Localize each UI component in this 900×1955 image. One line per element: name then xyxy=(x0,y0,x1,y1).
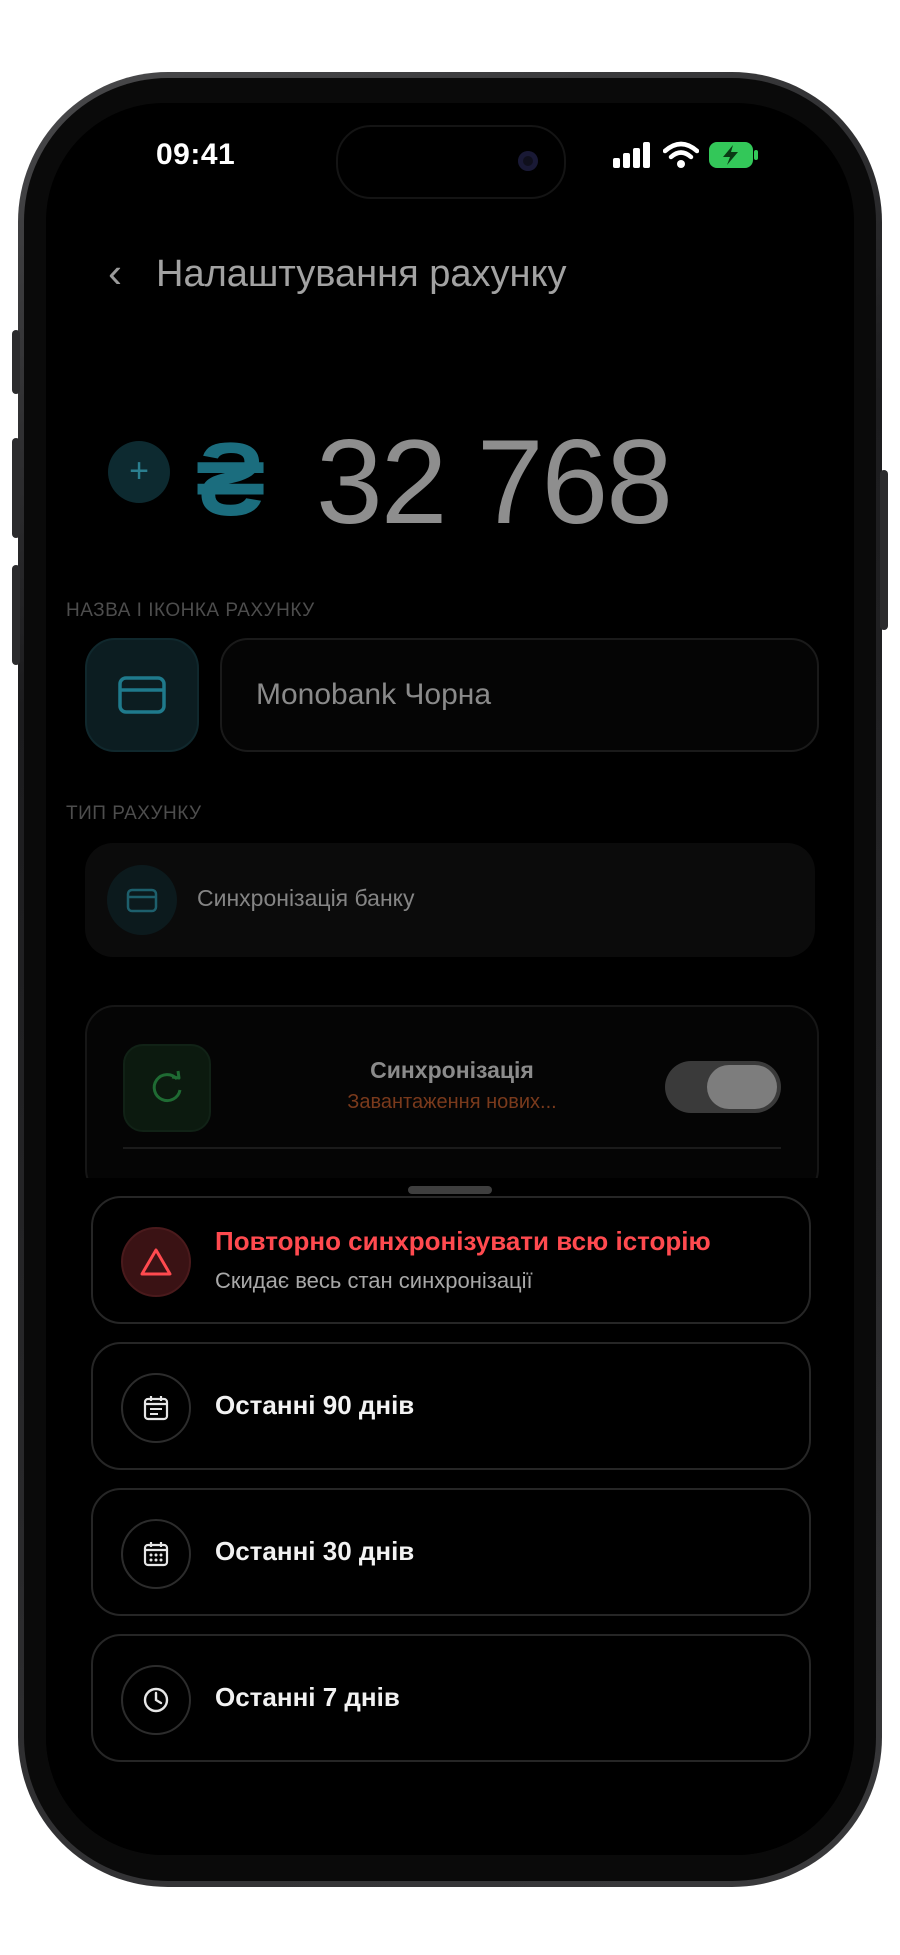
calendar-list-icon xyxy=(121,1373,191,1443)
divider xyxy=(123,1147,781,1149)
option-label: Повторно синхронізувати всю історію xyxy=(215,1226,711,1256)
page-title: Налаштування рахунку xyxy=(156,253,567,295)
card-icon xyxy=(126,888,158,913)
name-section-label: НАЗВА І ІКОНКА РАХУНКУ xyxy=(66,600,315,621)
option-label: Останні 30 днів xyxy=(215,1536,415,1566)
bottom-sheet: Повторно синхронізувати всю історію Скид… xyxy=(46,1178,854,1855)
volume-down-button xyxy=(12,565,20,665)
type-section-label: ТИП РАХУНКУ xyxy=(66,803,202,824)
toggle-knob xyxy=(707,1065,777,1109)
option-label: Останні 7 днів xyxy=(215,1682,400,1712)
card-icon xyxy=(118,676,166,714)
back-chevron-icon[interactable]: ‹ xyxy=(108,252,148,294)
volume-up-button xyxy=(12,438,20,538)
option-label: Останні 90 днів xyxy=(215,1390,415,1420)
calendar-grid-icon xyxy=(121,1519,191,1589)
account-type-value: Синхронізація банку xyxy=(197,885,415,911)
sync-card: Синхронізація Завантаження нових... xyxy=(85,1005,819,1199)
last-30-days-option[interactable]: Останні 30 днів xyxy=(91,1488,811,1616)
type-icon xyxy=(107,865,177,935)
add-amount-button[interactable]: + xyxy=(108,441,170,503)
clock-icon xyxy=(121,1665,191,1735)
account-type-selector[interactable]: Синхронізація банку xyxy=(85,843,815,957)
account-icon-picker[interactable] xyxy=(85,638,199,752)
account-name-field[interactable]: Monobank Чорна xyxy=(220,638,819,752)
currency-symbol: ₴ xyxy=(196,422,266,538)
power-button xyxy=(880,470,888,630)
last-90-days-option[interactable]: Останні 90 днів xyxy=(91,1342,811,1470)
header: ‹ Налаштування рахунку xyxy=(46,243,854,313)
balance-amount: 32 768 xyxy=(316,415,673,549)
action-button xyxy=(12,330,20,394)
option-sublabel: Скидає весь стан синхронізації xyxy=(215,1268,533,1293)
resync-all-history-option[interactable]: Повторно синхронізувати всю історію Скид… xyxy=(91,1196,811,1324)
sheet-grabber[interactable] xyxy=(408,1186,492,1194)
warning-triangle-icon xyxy=(121,1227,191,1297)
sync-toggle[interactable] xyxy=(665,1061,781,1113)
last-7-days-option[interactable]: Останні 7 днів xyxy=(91,1634,811,1762)
account-name-value: Monobank Чорна xyxy=(256,678,492,711)
phone-screen: 09:41 ‹ Налаштування рахунку + ₴ 32 768 … xyxy=(46,103,854,1855)
